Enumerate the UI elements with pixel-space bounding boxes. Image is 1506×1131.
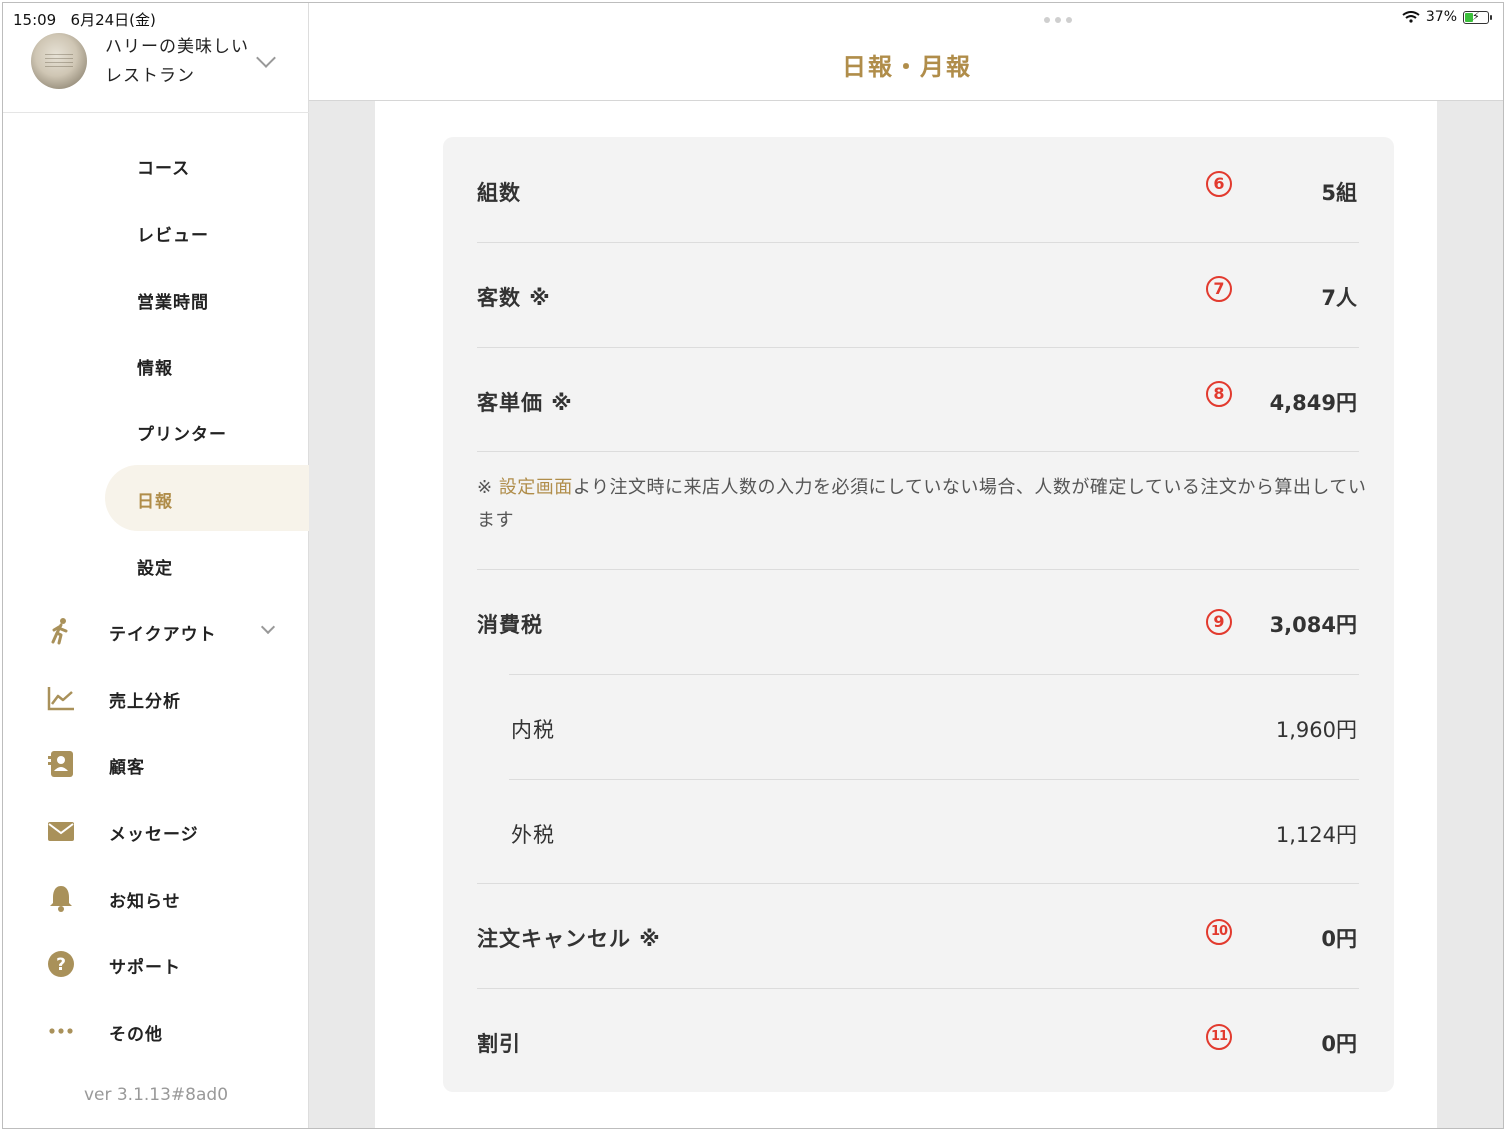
row-divider — [509, 674, 1359, 675]
annotation-marker: 10 — [1206, 919, 1232, 945]
submenu-item-printer[interactable]: プリンター — [137, 420, 227, 445]
menu-item-support[interactable]: ? サポート — [3, 944, 309, 984]
row-label-order-cancel: 注文キャンセル ※ — [477, 927, 661, 951]
menu-label: テイクアウト — [109, 625, 217, 645]
submenu-item-info[interactable]: 情報 — [137, 354, 173, 379]
menu-label: 顧客 — [109, 758, 145, 778]
row-divider — [477, 451, 1359, 452]
submenu-item-settings[interactable]: 設定 — [137, 554, 173, 579]
envelope-icon — [48, 822, 74, 841]
chevron-down-icon — [260, 619, 276, 635]
contact-book-icon — [48, 751, 73, 777]
row-label-groups: 組数 — [477, 181, 521, 205]
annotation-marker: 8 — [1206, 381, 1232, 407]
row-value-order-cancel: 0円 — [1321, 927, 1357, 951]
svg-text:?: ? — [56, 955, 66, 975]
menu-item-sales-analysis[interactable]: 売上分析 — [3, 678, 309, 718]
content-gutter-left — [309, 101, 375, 1128]
annotation-marker: 7 — [1206, 276, 1232, 302]
menu-item-messages[interactable]: メッセージ — [3, 811, 309, 851]
row-divider — [477, 347, 1359, 348]
note-prefix: ※ — [477, 477, 499, 498]
row-label-tax-included: 内税 — [511, 718, 555, 742]
annotation-marker: 9 — [1206, 609, 1232, 635]
battery-percent: 37% — [1425, 9, 1457, 25]
row-divider — [477, 569, 1359, 570]
row-value-groups: 5組 — [1321, 181, 1357, 205]
sidebar: 15:09 6月24日(金) ハリーの美味しいレストラン コース レビュー 営業… — [3, 3, 311, 1128]
menu-label: お知らせ — [109, 892, 181, 912]
wifi-icon — [1402, 11, 1420, 23]
row-value-tax-included: 1,960円 — [1275, 718, 1357, 742]
multitask-handle[interactable] — [1044, 17, 1072, 23]
store-avatar — [31, 33, 87, 89]
app-window: 15:09 6月24日(金) ハリーの美味しいレストラン コース レビュー 営業… — [2, 2, 1504, 1129]
question-circle-icon: ? — [48, 951, 74, 977]
menu-item-notifications[interactable]: お知らせ — [3, 878, 309, 918]
annotation-marker: 11 — [1206, 1024, 1232, 1050]
app-version: ver 3.1.13#8ad0 — [83, 1085, 229, 1105]
row-value-consumption-tax: 3,084円 — [1269, 613, 1357, 637]
line-chart-icon — [47, 687, 74, 711]
page-title: 日報・月報 — [842, 53, 972, 81]
menu-label: メッセージ — [109, 825, 199, 845]
annotation-marker: 6 — [1206, 171, 1232, 197]
row-label-tax-excluded: 外税 — [511, 823, 555, 847]
row-label-consumption-tax: 消費税 — [477, 613, 543, 637]
menu-label: サポート — [109, 958, 181, 978]
row-divider — [477, 883, 1359, 884]
more-dots-icon — [49, 1028, 73, 1034]
row-divider — [509, 779, 1359, 780]
menu-item-others[interactable]: その他 — [3, 1011, 309, 1051]
menu-item-customers[interactable]: 顧客 — [3, 744, 309, 784]
row-divider — [477, 242, 1359, 243]
row-label-avg-spend: 客単価 ※ — [477, 391, 573, 415]
content-gutter-right — [1437, 101, 1503, 1128]
status-indicators: 37% ⚡ — [1402, 9, 1492, 25]
submenu-item-daily-report[interactable]: 日報 — [137, 487, 173, 512]
submenu-item-review[interactable]: レビュー — [137, 221, 209, 246]
store-name: ハリーの美味しいレストラン — [105, 37, 249, 86]
battery-icon: ⚡ — [1463, 9, 1492, 24]
walking-person-icon — [51, 618, 68, 645]
row-label-guests: 客数 ※ — [477, 286, 551, 310]
charging-bolt-icon: ⚡ — [1472, 9, 1480, 23]
settings-link[interactable]: 設定画面 — [499, 477, 573, 498]
menu-item-takeout[interactable]: テイクアウト — [3, 611, 309, 651]
row-divider — [477, 988, 1359, 989]
store-selector[interactable]: ハリーの美味しいレストラン — [3, 25, 309, 113]
submenu-active-highlight — [105, 465, 311, 531]
row-label-discount: 割引 — [477, 1032, 521, 1056]
submenu-item-business-hours[interactable]: 営業時間 — [137, 288, 209, 313]
calculation-note: ※ 設定画面より注文時に来店人数の入力を必須にしていない場合、人数が確定している… — [477, 471, 1367, 537]
bell-icon — [50, 886, 72, 912]
header-bar: 日報・月報 — [309, 3, 1503, 101]
menu-label: 売上分析 — [109, 692, 181, 712]
note-text: より注文時に来店人数の入力を必須にしていない場合、人数が確定している注文から算出… — [477, 477, 1367, 531]
submenu-item-course[interactable]: コース — [137, 154, 190, 179]
row-value-discount: 0円 — [1321, 1032, 1357, 1056]
row-value-tax-excluded: 1,124円 — [1275, 823, 1357, 847]
row-value-guests: 7人 — [1321, 286, 1357, 310]
chevron-down-icon — [256, 48, 276, 68]
row-value-avg-spend: 4,849円 — [1269, 391, 1357, 415]
menu-label: その他 — [109, 1025, 163, 1045]
